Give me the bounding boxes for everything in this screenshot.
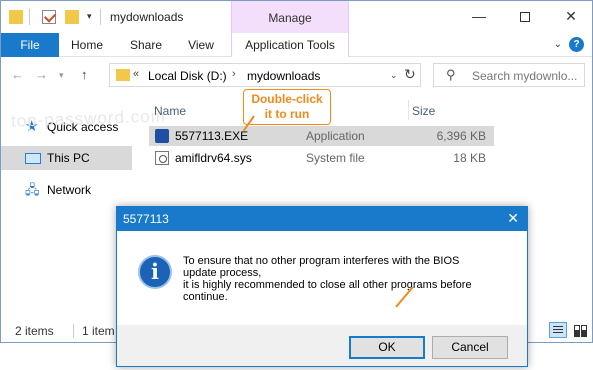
new-folder-icon[interactable] (65, 10, 79, 24)
message-line: it is highly recommended to close all ot… (183, 279, 472, 291)
refresh-icon[interactable]: ↻ (404, 66, 416, 83)
system-file-icon (155, 151, 169, 165)
column-header-name[interactable]: Name (154, 104, 186, 118)
maximize-button[interactable] (502, 1, 548, 33)
forward-arrow-icon[interactable]: → (35, 67, 48, 82)
sidebar-item-label: This PC (47, 151, 90, 165)
divider (100, 9, 101, 25)
column-header-size[interactable]: Size (412, 104, 435, 118)
cancel-button[interactable]: Cancel (432, 336, 508, 359)
annotation-callout: Double-click it to run (243, 89, 331, 125)
dialog-footer: OK Cancel (117, 325, 527, 366)
message-line: continue. (183, 291, 228, 303)
search-input[interactable]: ⚲ Search mydownlo... (433, 63, 585, 87)
folder-icon (116, 69, 130, 81)
expand-ribbon-icon[interactable]: ⌄ (554, 39, 562, 50)
details-view-icon[interactable] (549, 322, 567, 338)
minimize-button[interactable]: — (456, 1, 502, 33)
recent-locations-icon[interactable]: ▾ (59, 70, 64, 81)
network-icon: 🖧 (25, 182, 40, 197)
dialog-title-bar: 5577113 ✕ (117, 207, 527, 231)
application-icon (155, 129, 169, 143)
computer-icon (25, 153, 41, 164)
item-count: 2 items (15, 324, 54, 338)
large-icons-view-icon[interactable] (571, 322, 589, 338)
breadcrumb-mydownloads[interactable]: mydownloads (247, 69, 320, 83)
divider (408, 100, 409, 120)
file-name: 5577113.EXE (175, 129, 249, 143)
folder-icon[interactable] (9, 10, 23, 24)
search-placeholder: Search mydownlo... (472, 69, 578, 83)
file-size: 6,396 KB (436, 129, 486, 143)
tab-application-tools[interactable]: Application Tools (231, 33, 349, 57)
info-icon: i (138, 255, 172, 289)
tab-file[interactable]: File (1, 33, 59, 57)
file-name: amifldrv64.sys (175, 151, 252, 165)
close-icon[interactable]: ✕ (507, 210, 519, 227)
table-row[interactable]: 5577113.EXE Application 6,396 KB (149, 126, 494, 146)
ribbon-tabs: File Home Share View Application Tools ⌄… (1, 33, 592, 57)
message-line: update process, (183, 267, 262, 279)
table-row[interactable]: amifldrv64.sys System file 18 KB (149, 148, 494, 168)
properties-icon[interactable] (42, 10, 56, 24)
tab-manage[interactable]: Manage (231, 1, 349, 33)
back-arrow-icon[interactable]: ← (11, 67, 24, 82)
search-icon: ⚲ (446, 67, 456, 82)
callout-line: it to run (264, 107, 310, 121)
ok-button[interactable]: OK (349, 336, 425, 359)
selection-count: 1 item selected (82, 324, 120, 338)
breadcrumb-local-disk[interactable]: Local Disk (D:) (148, 69, 227, 83)
window-title: mydownloads (110, 10, 184, 24)
quick-access-dropdown-icon[interactable]: ▾ (87, 11, 92, 22)
title-bar: ▾ mydownloads Manage — ✕ (1, 1, 592, 33)
up-arrow-icon[interactable]: ↑ (81, 67, 88, 82)
message-dialog: 5577113 ✕ i To ensure that no other prog… (116, 206, 528, 367)
message-line: To ensure that no other program interfer… (183, 255, 460, 267)
file-type: Application (306, 129, 365, 143)
sidebar-item-this-pc[interactable]: This PC (1, 146, 132, 170)
dialog-message: To ensure that no other program interfer… (183, 255, 513, 303)
chevron-right-icon[interactable]: › (232, 68, 236, 80)
maximize-icon (520, 12, 530, 23)
file-type: System file (306, 151, 365, 165)
address-bar[interactable]: « Local Disk (D:) › mydownloads ⌄ ↻ (109, 63, 421, 87)
tab-view[interactable]: View (177, 33, 225, 57)
divider (73, 324, 74, 338)
tab-share[interactable]: Share (121, 33, 171, 57)
sidebar-item-label: Network (47, 183, 92, 197)
sidebar-item-network[interactable]: 🖧 Network (1, 178, 132, 202)
help-icon[interactable]: ? (569, 37, 584, 52)
dialog-title: 5577113 (123, 212, 169, 226)
divider (29, 9, 30, 25)
callout-line: Double-click (251, 92, 323, 106)
tab-home[interactable]: Home (61, 33, 113, 57)
close-button[interactable]: ✕ (548, 1, 592, 33)
chevron-down-icon[interactable]: ⌄ (390, 70, 398, 81)
overflow-chevron-icon[interactable]: « (133, 68, 139, 80)
file-size: 18 KB (453, 151, 486, 165)
